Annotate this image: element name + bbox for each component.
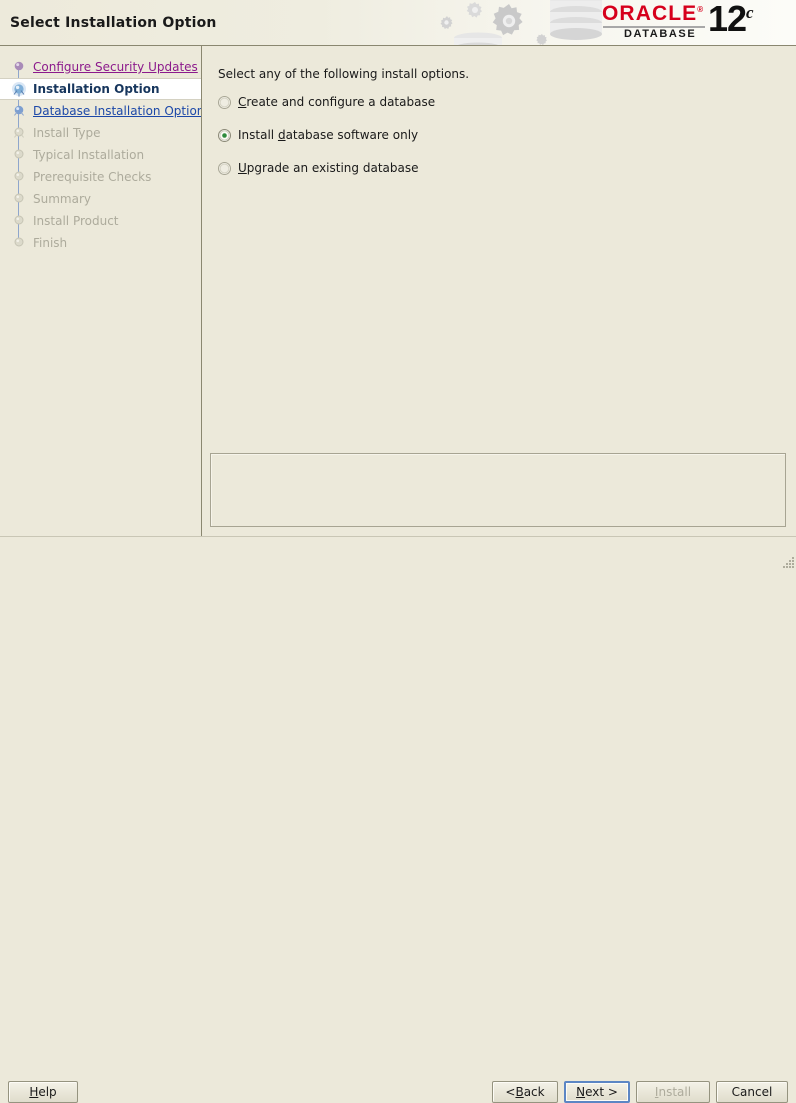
instruction-text: Select any of the following install opti… — [218, 67, 469, 81]
install-option-radio-group: Create and configure a database Install d… — [218, 91, 758, 190]
sidebar-item-label: Database Installation Options — [33, 105, 201, 117]
radio-selected-icon[interactable] — [218, 129, 231, 142]
button-bar: Help < Back Next > Install Cancel — [0, 537, 796, 570]
radio-unselected-icon[interactable] — [218, 162, 231, 175]
sidebar-item-install-type: Install Type — [0, 122, 201, 144]
sidebar-item-install-product: Install Product — [0, 210, 201, 232]
installer-window: Select Installation Option — [0, 0, 796, 570]
step-node-icon — [11, 213, 27, 229]
install-button: Install — [636, 1081, 710, 1103]
sidebar-item-label: Finish — [33, 237, 67, 249]
sidebar-item-label: Install Type — [33, 127, 101, 139]
sidebar-item-label: Summary — [33, 193, 91, 205]
oracle-logo: ORACLE® DATABASE 12c — [602, 2, 792, 42]
sidebar-item-label: Typical Installation — [33, 149, 144, 161]
registered-mark: ® — [697, 5, 703, 14]
sidebar-item-finish: Finish — [0, 232, 201, 254]
sidebar-item-typical-installation: Typical Installation — [0, 144, 201, 166]
radio-option-1[interactable]: Install database software only — [218, 124, 758, 146]
version-suffix: c — [746, 3, 754, 22]
step-node-icon — [11, 147, 27, 163]
gears-database-decoration-icon — [432, 0, 612, 45]
step-node-icon — [11, 235, 27, 251]
resize-grip-icon[interactable] — [781, 555, 795, 569]
back-button[interactable]: < Back — [492, 1081, 558, 1103]
oracle-wordmark: ORACLE® — [602, 3, 703, 24]
radio-option-label: Install database software only — [238, 128, 418, 142]
step-node-icon — [11, 169, 27, 185]
header-banner: Select Installation Option — [0, 0, 796, 45]
sidebar-item-prerequisite-checks: Prerequisite Checks — [0, 166, 201, 188]
main-content: Select any of the following install opti… — [202, 46, 796, 536]
radio-option-label: Create and configure a database — [238, 95, 435, 109]
message-panel — [210, 453, 786, 527]
step-node-icon — [11, 81, 27, 97]
radio-unselected-icon[interactable] — [218, 96, 231, 109]
step-node-icon — [11, 103, 27, 119]
sidebar-item-label: Install Product — [33, 215, 119, 227]
sidebar-item-label: Configure Security Updates — [33, 61, 198, 73]
sidebar-item-summary: Summary — [0, 188, 201, 210]
radio-option-2[interactable]: Upgrade an existing database — [218, 157, 758, 179]
next-button[interactable]: Next > — [564, 1081, 630, 1103]
sidebar-item-label: Prerequisite Checks — [33, 171, 151, 183]
step-node-icon — [11, 59, 27, 75]
page-title: Select Installation Option — [10, 15, 217, 31]
navigation-sidebar: Configure Security Updates Installation O… — [0, 46, 201, 536]
step-node-icon — [11, 125, 27, 141]
sidebar-item-configure-security-updates[interactable]: Configure Security Updates — [0, 56, 201, 78]
product-wordmark: DATABASE — [624, 29, 696, 40]
navigation-step-list: Configure Security Updates Installation O… — [0, 56, 201, 254]
version-wordmark: 12c — [708, 1, 754, 37]
sidebar-item-installation-option[interactable]: Installation Option — [0, 78, 201, 100]
radio-option-0[interactable]: Create and configure a database — [218, 91, 758, 113]
sidebar-item-label: Installation Option — [33, 83, 160, 95]
step-node-icon — [11, 191, 27, 207]
radio-option-label: Upgrade an existing database — [238, 161, 418, 175]
help-button[interactable]: Help — [8, 1081, 78, 1103]
cancel-button[interactable]: Cancel — [716, 1081, 788, 1103]
sidebar-item-database-installation-options[interactable]: Database Installation Options — [0, 100, 201, 122]
